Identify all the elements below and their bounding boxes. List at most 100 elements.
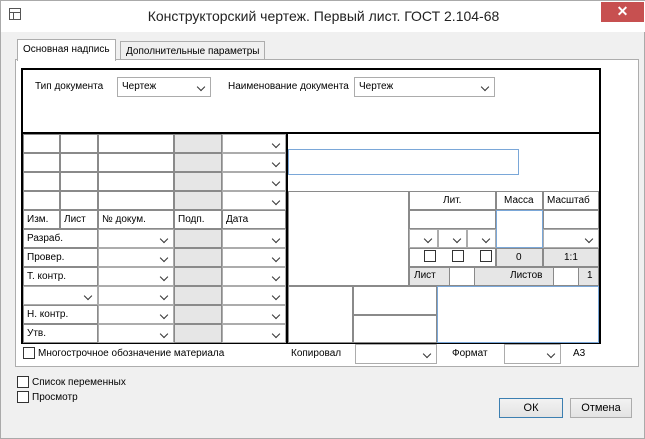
- chevron-down-icon: [272, 292, 282, 302]
- role-date-select[interactable]: [222, 229, 286, 248]
- kopiroval-select[interactable]: [355, 344, 437, 364]
- chevron-down-icon: [481, 83, 491, 93]
- header-ndoc: № докум.: [98, 210, 174, 229]
- chevron-down-icon: [272, 140, 282, 150]
- role-name-select[interactable]: [98, 286, 174, 305]
- massa-field[interactable]: [496, 210, 543, 248]
- role-name-select[interactable]: [98, 324, 174, 343]
- lit-select-1[interactable]: [409, 229, 438, 248]
- change-izm-cell[interactable]: [23, 134, 60, 153]
- role-name-select[interactable]: [98, 229, 174, 248]
- organization-field[interactable]: [437, 286, 599, 343]
- role-custom-select[interactable]: [23, 286, 98, 305]
- chevron-down-icon: [424, 235, 434, 245]
- role-date-select[interactable]: [222, 267, 286, 286]
- window-title: Конструкторский чертеж. Первый лист. ГОС…: [147, 8, 500, 24]
- role-date-select[interactable]: [222, 286, 286, 305]
- masshtab-value-cell: 1:1: [543, 248, 599, 267]
- change-sign-cell: [174, 134, 222, 153]
- chevron-down-icon: [547, 350, 557, 360]
- change-izm-cell[interactable]: [23, 153, 60, 172]
- multiline-material-label: Многострочное обозначение материала: [38, 348, 225, 359]
- format-select[interactable]: [504, 344, 561, 364]
- role-label: Утв.: [27, 328, 47, 339]
- doc-name-label: Наименование документа: [228, 81, 349, 92]
- lit-header: Лит.: [409, 191, 496, 210]
- ok-button[interactable]: ОК: [499, 398, 563, 418]
- role-date-select[interactable]: [222, 324, 286, 343]
- sheet-label: Лист: [414, 270, 436, 281]
- doc-name-select[interactable]: Чертеж: [354, 77, 495, 97]
- chevron-down-icon: [272, 178, 282, 188]
- chevron-down-icon: [272, 159, 282, 169]
- variables-list-label: Список переменных: [32, 377, 126, 388]
- dialog-window: Конструкторский чертеж. Первый лист. ГОС…: [0, 0, 645, 439]
- header-data-label: Дата: [226, 214, 249, 225]
- change-date-select[interactable]: [222, 134, 286, 153]
- role-date-select[interactable]: [222, 305, 286, 324]
- lit-checkbox-2[interactable]: [452, 250, 464, 262]
- change-list-cell[interactable]: [60, 153, 98, 172]
- chevron-down-icon: [160, 311, 170, 321]
- chevron-down-icon: [272, 311, 282, 321]
- material-field[interactable]: [288, 286, 353, 343]
- role-sign-cell: [174, 305, 222, 324]
- tab-main-inscription[interactable]: Основная надпись: [17, 39, 116, 61]
- massa-header: Масса: [496, 191, 543, 210]
- header-ndoc-label: № докум.: [102, 214, 146, 225]
- header-izm: Изм.: [23, 210, 60, 229]
- role-sign-cell: [174, 324, 222, 343]
- change-izm-cell[interactable]: [23, 172, 60, 191]
- header-data: Дата: [222, 210, 286, 229]
- sheet-field[interactable]: [449, 267, 475, 286]
- chevron-down-icon: [585, 235, 595, 245]
- masshtab-label: Масштаб: [547, 195, 590, 206]
- role-date-select[interactable]: [222, 248, 286, 267]
- designation-field[interactable]: [288, 149, 519, 175]
- preview-checkbox[interactable]: [17, 391, 29, 403]
- lit-checkbox-1[interactable]: [424, 250, 436, 262]
- role-name-select[interactable]: [98, 267, 174, 286]
- change-list-cell[interactable]: [60, 134, 98, 153]
- header-podp: Подп.: [174, 210, 222, 229]
- change-date-select[interactable]: [222, 153, 286, 172]
- role-name-select[interactable]: [98, 248, 174, 267]
- material-field-3[interactable]: [353, 315, 437, 343]
- variables-list-checkbox[interactable]: [17, 376, 29, 388]
- lit-select-2[interactable]: [438, 229, 467, 248]
- masshtab-select[interactable]: [543, 229, 599, 248]
- tab-additional-params[interactable]: Дополнительные параметры: [120, 41, 266, 61]
- change-izm-cell[interactable]: [23, 191, 60, 210]
- sheets-field[interactable]: [553, 267, 579, 286]
- multiline-material-checkbox[interactable]: [23, 347, 35, 359]
- role-name-select[interactable]: [98, 305, 174, 324]
- format-value: А3: [573, 348, 586, 359]
- material-field-2[interactable]: [353, 286, 437, 315]
- change-ndoc-cell[interactable]: [98, 191, 174, 210]
- chevron-down-icon: [482, 235, 492, 245]
- change-date-select[interactable]: [222, 191, 286, 210]
- role-sign-cell: [174, 286, 222, 305]
- doc-type-select[interactable]: Чертеж: [117, 77, 211, 97]
- change-date-select[interactable]: [222, 172, 286, 191]
- header-izm-label: Изм.: [27, 214, 49, 225]
- lit-checkbox-3[interactable]: [480, 250, 492, 262]
- lit-select-3[interactable]: [467, 229, 496, 248]
- product-name-field[interactable]: [288, 191, 409, 286]
- doc-type-value: Чертеж: [122, 81, 157, 92]
- chevron-down-icon: [272, 235, 282, 245]
- doc-type-label: Тип документа: [35, 81, 104, 92]
- chevron-down-icon: [160, 254, 170, 264]
- lit-label: Лит.: [443, 195, 462, 206]
- preview-label: Просмотр: [32, 392, 78, 403]
- change-list-cell[interactable]: [60, 191, 98, 210]
- change-ndoc-cell[interactable]: [98, 172, 174, 191]
- chevron-down-icon: [160, 235, 170, 245]
- change-ndoc-cell[interactable]: [98, 153, 174, 172]
- close-button[interactable]: ✕: [601, 2, 644, 22]
- cancel-button[interactable]: Отмена: [570, 398, 632, 418]
- sheets-value: 1: [587, 270, 593, 281]
- change-ndoc-cell[interactable]: [98, 134, 174, 153]
- change-list-cell[interactable]: [60, 172, 98, 191]
- chevron-down-icon: [160, 273, 170, 283]
